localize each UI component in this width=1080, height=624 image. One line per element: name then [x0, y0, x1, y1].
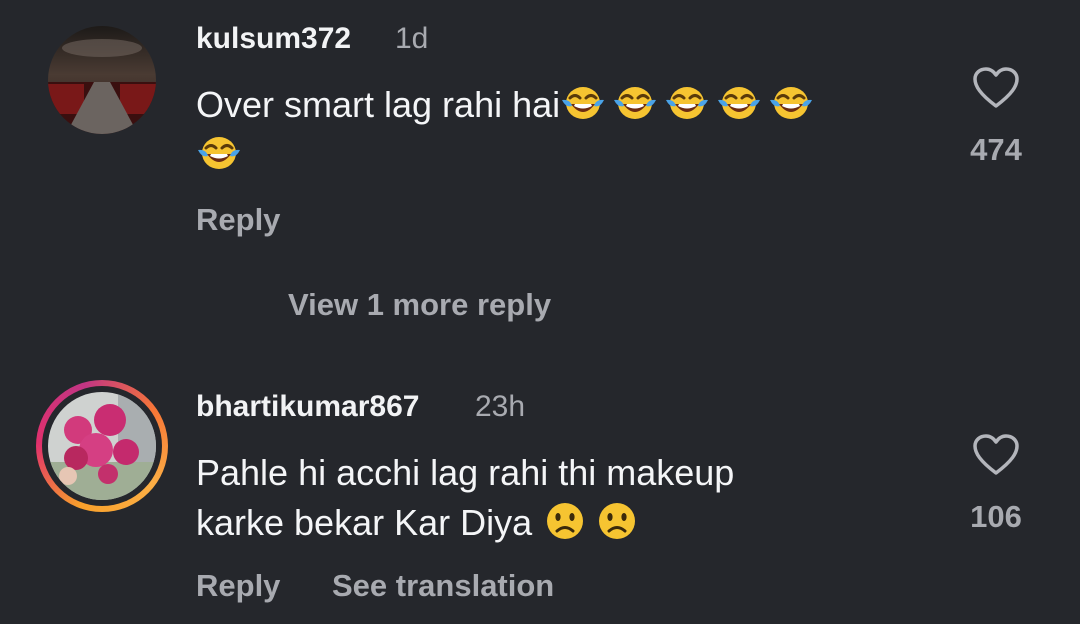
comment-text-body: Over smart lag rahi hai [196, 84, 561, 125]
frowning-face-emoji-icon [594, 500, 640, 542]
avatar [48, 392, 156, 500]
comment-text: Over smart lag rahi hai [196, 80, 916, 180]
comment-username[interactable]: kulsum372 [196, 22, 351, 56]
comment-text-line: karke bekar Kar Diya [196, 502, 543, 543]
like-count: 106 [970, 499, 1022, 534]
comment-username[interactable]: bhartikumar867 [196, 390, 419, 424]
tears-of-joy-emoji-icon [664, 82, 710, 124]
tears-of-joy-emoji-icon [716, 82, 762, 124]
avatar-story-ring[interactable] [36, 380, 168, 512]
tears-of-joy-emoji-icon [768, 82, 814, 124]
reply-button[interactable]: Reply [196, 202, 280, 238]
like-count: 474 [970, 132, 1022, 167]
like-heart-icon[interactable] [972, 433, 1020, 477]
comment-text: Pahle hi acchi lag rahi thi makeup karke… [196, 448, 916, 548]
comment-text-line: Pahle hi acchi lag rahi thi makeup [196, 452, 735, 493]
tears-of-joy-emoji-icon [560, 82, 606, 124]
tears-of-joy-emoji-icon [196, 132, 242, 174]
reply-button[interactable]: Reply [196, 568, 280, 604]
comment-timestamp: 23h [475, 390, 526, 423]
like-heart-icon[interactable] [972, 66, 1020, 110]
see-translation-button[interactable]: See translation [332, 568, 554, 604]
view-replies-button[interactable]: View 1 more reply [288, 287, 551, 323]
avatar[interactable] [48, 26, 156, 134]
frowning-face-emoji-icon [542, 500, 588, 542]
comment-timestamp: 1d [395, 22, 429, 55]
tears-of-joy-emoji-icon [612, 82, 658, 124]
